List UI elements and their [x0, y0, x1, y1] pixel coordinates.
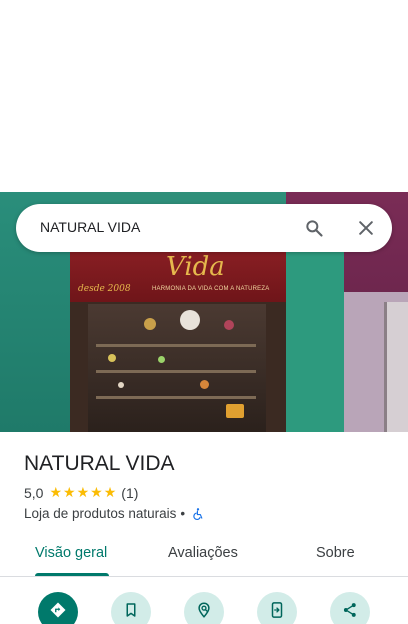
directions-icon: [49, 601, 67, 624]
category-row: Loja de produtos naturais •: [24, 506, 205, 521]
tab-overview[interactable]: Visão geral: [35, 545, 107, 561]
star-icon: ★: [90, 485, 103, 501]
wheelchair-accessible-icon: [191, 507, 205, 521]
directions-button[interactable]: [38, 592, 78, 624]
tab-about[interactable]: Sobre: [316, 545, 355, 561]
bookmark-icon: [122, 601, 140, 624]
star-icon: ★: [103, 485, 117, 501]
star-icon: ★: [76, 485, 90, 501]
active-tab-indicator: [35, 573, 109, 576]
photo-sign-subtitle: HARMONIA DA VIDA COM A NATUREZA: [152, 286, 270, 292]
review-count[interactable]: (1): [121, 485, 138, 501]
close-icon[interactable]: [356, 218, 376, 238]
star-icon: ★: [49, 485, 63, 501]
send-to-phone-icon: [268, 601, 286, 624]
save-button[interactable]: [111, 592, 151, 624]
place-title: NATURAL VIDA: [24, 452, 175, 475]
place-category: Loja de produtos naturais: [24, 506, 177, 521]
nearby-icon: [195, 601, 213, 624]
map-blank-area: [0, 0, 408, 192]
photo-sign-year: desde 2008: [78, 284, 131, 294]
photo-shop-window: [88, 304, 266, 432]
tab-reviews[interactable]: Avaliações: [168, 545, 238, 561]
rating-row[interactable]: 5,0 ★ ★ ★ ★ ★ (1): [24, 485, 138, 501]
star-icon: ★: [63, 485, 76, 501]
photo-sign-text: Vida: [166, 252, 225, 282]
photo-door: [384, 302, 408, 432]
rating-value: 5,0: [24, 485, 44, 501]
action-buttons: [0, 590, 408, 624]
search-bar[interactable]: NATURAL VIDA: [16, 204, 392, 252]
search-icon[interactable]: [304, 218, 324, 238]
separator: •: [180, 506, 186, 521]
nearby-button[interactable]: [184, 592, 224, 624]
place-tabs: Visão geral Avaliações Sobre: [0, 532, 408, 577]
photo-pillar: [286, 232, 344, 432]
send-to-phone-button[interactable]: [257, 592, 297, 624]
share-icon: [341, 601, 359, 624]
share-button[interactable]: [330, 592, 370, 624]
search-input[interactable]: NATURAL VIDA: [40, 219, 140, 235]
rating-stars: ★ ★ ★ ★ ★: [49, 486, 117, 500]
